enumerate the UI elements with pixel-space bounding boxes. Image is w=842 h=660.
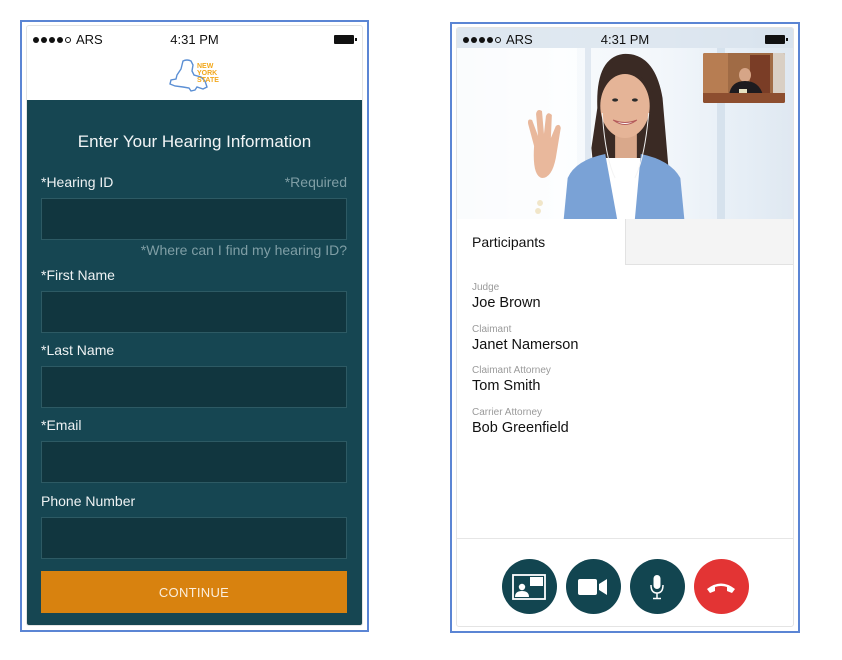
share-screen-button[interactable] [501,559,557,614]
battery-icon [334,35,357,44]
continue-button[interactable]: CONTINUE [41,571,347,613]
hearing-form: Enter Your Hearing Information *Hearing … [27,100,362,625]
judge-video-icon [703,53,785,103]
tab-secondary[interactable] [625,219,793,265]
first-name-input[interactable] [41,291,347,333]
tab-bar: Participants [457,219,793,266]
phone-number-input[interactable] [41,517,347,559]
tab-participants[interactable]: Participants [457,219,625,266]
last-name-input[interactable] [41,366,347,408]
microphone-icon [650,574,664,599]
participant-name: Janet Namerson [472,336,579,353]
participants-list: Judge Joe Brown Claimant Janet Namerson … [472,282,778,448]
microphone-button[interactable] [629,559,685,614]
required-note: *Required [284,174,347,190]
video-camera-icon [578,578,607,595]
participant-role: Carrier Attorney [472,406,543,418]
screen-inner: ARS 4:31 PM NEW YORK STATE Enter Your He… [26,25,363,626]
screen-inner: ARS 4:31 PM Participants Judge Joe Brown… [456,27,794,627]
tab-participants-label: Participants [472,234,546,250]
logo-line-3: STATE [197,77,219,84]
first-name-label: *First Name [41,267,115,283]
participant-name: Tom Smith [472,378,541,394]
email-label: *Email [41,417,82,433]
list-item: Carrier Attorney Bob Greenfield [472,407,778,449]
video-hearing-screen: ARS 4:31 PM Participants Judge Joe Brown… [450,22,800,633]
status-time: 4:31 PM [170,32,219,47]
list-item: Judge Joe Brown [472,282,778,324]
contact-card-icon [512,573,546,600]
participant-role: Judge [472,282,500,293]
main-video-feed: ARS 4:31 PM [457,28,793,219]
participant-role: Claimant [472,323,512,335]
camera-button[interactable] [565,559,621,614]
email-input[interactable] [41,441,347,483]
participant-role: Claimant Attorney [472,365,551,376]
phone-number-label: Phone Number [41,493,136,509]
list-item: Claimant Janet Namerson [472,324,778,366]
participant-name: Bob Greenfield [472,419,569,436]
divider [457,538,793,539]
new-york-state-logo-icon: NEW YORK STATE [168,59,219,92]
battery-icon [765,35,788,44]
last-name-label: *Last Name [41,342,115,358]
hang-up-icon [707,583,735,593]
logo-area: NEW YORK STATE [27,50,362,100]
hearing-id-input[interactable] [41,198,347,240]
call-controls [457,559,793,615]
end-call-button[interactable] [693,559,749,614]
logo-line-2: YORK [197,70,217,77]
logo-line-1: NEW [197,63,214,70]
status-time: 4:31 PM [600,32,650,47]
status-bar: ARS 4:31 PM [27,26,362,50]
hearing-id-label: *Hearing ID [41,174,114,190]
list-item: Claimant Attorney Tom Smith [472,365,778,407]
participant-name: Joe Brown [472,295,541,311]
find-hearing-id-link[interactable]: *Where can I find my hearing ID? [141,242,347,258]
status-bar: ARS 4:31 PM [457,28,793,48]
hearing-info-screen: ARS 4:31 PM NEW YORK STATE Enter Your He… [20,20,369,632]
form-title: Enter Your Hearing Information [77,132,312,151]
self-view-video[interactable] [703,53,785,103]
